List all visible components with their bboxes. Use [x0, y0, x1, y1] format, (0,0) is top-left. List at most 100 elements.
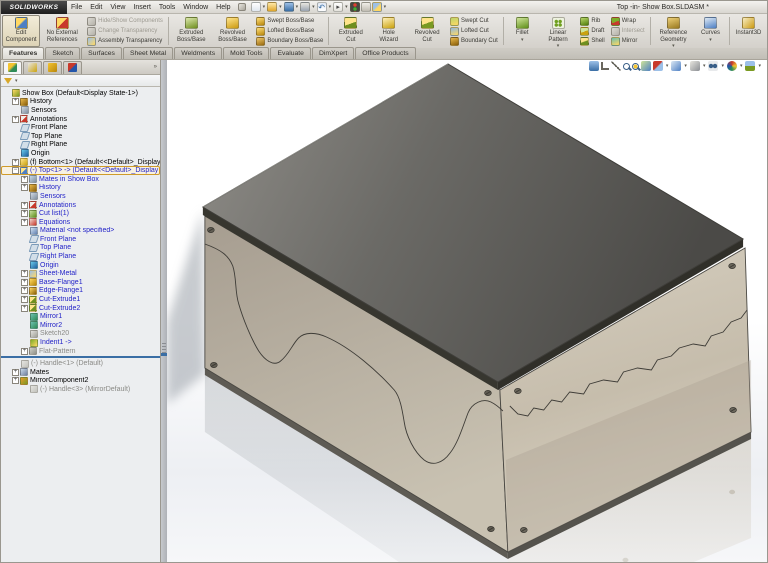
view-axes-icon[interactable] — [600, 62, 609, 70]
tree-item-flat-pattern[interactable]: + Flat-Pattern — [1, 347, 160, 356]
extruded-cut-button[interactable]: Extruded Cut — [331, 15, 370, 47]
tab-dimxpert[interactable]: DimXpert — [311, 47, 355, 59]
menu-file[interactable]: File — [67, 1, 86, 14]
qa-print-icon[interactable] — [300, 2, 311, 12]
dropdown-caret-icon[interactable]: ▾ — [329, 4, 332, 10]
tab-sheet-metal[interactable]: Sheet Metal — [122, 47, 174, 59]
expand-toggle-icon[interactable]: + — [21, 175, 28, 183]
qa-save-icon[interactable] — [283, 2, 294, 12]
pin-icon[interactable] — [237, 3, 246, 11]
tree-item-cut-extrude1[interactable]: + Cut-Extrude1 — [1, 295, 160, 304]
tree-item-handle-1-default[interactable]: (-) Handle<1> (Default) — [1, 359, 160, 368]
dropdown-caret-icon[interactable]: ▾ — [312, 4, 315, 10]
shell-button[interactable]: Shell — [578, 36, 606, 46]
panel-tab-property-manager[interactable] — [23, 60, 42, 74]
tree-item-sheet-metal[interactable]: + Sheet-Metal — [1, 269, 160, 278]
view-orientation-icon[interactable] — [671, 61, 682, 71]
qa-select-icon[interactable]: ▸ — [333, 2, 344, 12]
boundary-cut-button[interactable]: Boundary Cut — [448, 36, 500, 46]
rib-button[interactable]: Rib — [578, 16, 606, 26]
menu-edit[interactable]: Edit — [86, 1, 106, 14]
tree-item-material-not-specified[interactable]: Material <not specified> — [1, 226, 160, 236]
no-external-references-button[interactable]: No External References — [40, 15, 84, 47]
revolved-cut-button[interactable]: Revolved Cut — [407, 15, 447, 47]
zoom-to-area-icon[interactable] — [631, 62, 639, 70]
expand-toggle-icon[interactable]: + — [21, 184, 28, 192]
lofted-cut-button[interactable]: Lofted Cut — [448, 26, 500, 36]
dropdown-caret-icon[interactable]: ▾ — [557, 43, 560, 49]
qa-undo-icon[interactable]: ↶ — [316, 2, 327, 12]
tree-item-top-plane[interactable]: Top Plane — [1, 243, 160, 253]
lofted-boss-base-button[interactable]: Lofted Boss/Base — [254, 26, 325, 36]
boundary-boss-base-button[interactable]: Boundary Boss/Base — [254, 36, 325, 46]
tree-item-annotations[interactable]: + Annotations — [1, 201, 160, 210]
tree-item-sensors[interactable]: Sensors — [1, 192, 160, 201]
curves-button[interactable]: Curves ▾ — [694, 15, 727, 47]
dropdown-caret-icon[interactable]: ▾ — [521, 37, 524, 43]
tree-item-front-plane[interactable]: Front Plane — [1, 123, 160, 132]
filter-caret-icon[interactable]: ▾ — [15, 78, 18, 84]
dropdown-caret-icon[interactable]: ▾ — [740, 63, 743, 69]
draft-button[interactable]: Draft — [578, 26, 606, 36]
dropdown-caret-icon[interactable]: ▾ — [666, 63, 669, 69]
instant3d-button[interactable]: Instant3D — [732, 15, 765, 47]
tree-item-equations[interactable]: + Equations — [1, 218, 160, 227]
tree-item-sketch20[interactable]: Sketch20 — [1, 329, 160, 339]
expand-toggle-icon[interactable]: + — [21, 296, 28, 304]
expand-toggle-icon[interactable]: + — [21, 347, 28, 355]
tree-item-right-plane[interactable]: Right Plane — [1, 140, 160, 150]
filter-funnel-icon[interactable] — [4, 77, 12, 84]
expand-toggle-icon[interactable]: − — [12, 167, 19, 175]
tree-item-sensors[interactable]: Sensors — [1, 106, 160, 115]
expand-toggle-icon[interactable]: + — [21, 201, 28, 209]
zoom-to-fit-icon[interactable] — [622, 62, 630, 70]
tree-item-mirror1[interactable]: Mirror1 — [1, 312, 160, 321]
expand-toggle-icon[interactable]: + — [12, 98, 19, 106]
expand-toggle-icon[interactable]: + — [21, 278, 28, 286]
tree-item-mirror2[interactable]: Mirror2 — [1, 321, 160, 330]
tree-item-base-flange1[interactable]: + Base-Flange1 — [1, 278, 160, 287]
tab-sketch[interactable]: Sketch — [45, 47, 81, 59]
swept-boss-base-button[interactable]: Swept Boss/Base — [254, 16, 325, 26]
previous-view-icon[interactable] — [640, 61, 651, 71]
menu-view[interactable]: View — [106, 1, 129, 14]
apply-scene-icon[interactable] — [745, 61, 756, 71]
revolved-boss-base-button[interactable]: Revolved Boss/Base — [212, 15, 254, 47]
qa-options-icon[interactable] — [371, 2, 382, 12]
tree-item-history[interactable]: + History — [1, 183, 160, 193]
assembly-transparency-button[interactable]: Assembly Transparency — [85, 36, 165, 46]
dropdown-caret-icon[interactable]: ▾ — [279, 4, 282, 10]
linear-pattern-button[interactable]: Linear Pattern ▾ — [539, 15, 578, 49]
dropdown-caret-icon[interactable]: ▾ — [296, 4, 299, 10]
tree-item-right-plane[interactable]: Right Plane — [1, 252, 160, 261]
tree-item-history[interactable]: + History — [1, 97, 160, 107]
extruded-boss-base-button[interactable]: Extruded Boss/Base — [171, 15, 212, 47]
qa-rebuild-icon[interactable] — [349, 2, 360, 12]
menu-tools[interactable]: Tools — [155, 1, 179, 14]
dropdown-caret-icon[interactable]: ▾ — [703, 63, 706, 69]
panel-collapse-chevrons[interactable]: » — [154, 64, 157, 70]
dropdown-caret-icon[interactable]: ▾ — [672, 43, 675, 49]
tree-item-front-plane[interactable]: Front Plane — [1, 235, 160, 244]
tab-office-products[interactable]: Office Products — [355, 47, 416, 59]
expand-toggle-icon[interactable]: + — [12, 377, 19, 385]
qa-open-document-icon[interactable] — [267, 2, 278, 12]
tree-item-edge-flange1[interactable]: + Edge-Flange1 — [1, 286, 160, 296]
line-sketch-icon[interactable] — [610, 61, 621, 71]
dropdown-caret-icon[interactable]: ▾ — [721, 63, 724, 69]
edit-appearance-icon[interactable] — [726, 61, 737, 71]
expand-toggle-icon[interactable]: + — [12, 115, 19, 123]
graphics-viewport[interactable]: ▾ ▾ ▾ ▾ ▾ ▾ — [167, 60, 767, 562]
expand-toggle-icon[interactable]: + — [21, 218, 28, 226]
tree-item-indent1[interactable]: Indent1 -> — [1, 338, 160, 347]
dropdown-caret-icon[interactable]: ▾ — [758, 63, 761, 69]
expand-toggle-icon[interactable]: + — [21, 210, 28, 218]
tree-item-handle-3-mirrordef[interactable]: (-) Handle<3> (MirrorDefault) — [1, 385, 160, 394]
expand-toggle-icon[interactable]: + — [12, 368, 19, 376]
qa-new-document-icon[interactable] — [250, 2, 261, 12]
tree-item-origin[interactable]: Origin — [1, 261, 160, 270]
tree-item-mates-in-show-box[interactable]: + Mates in Show Box — [1, 175, 160, 184]
fillet-button[interactable]: Fillet ▾ — [506, 15, 539, 47]
tree-item-mates[interactable]: + Mates — [1, 368, 160, 377]
tree-item-f-bottom-1-default[interactable]: + (f) Bottom<1> (Default<<Default>_Displa… — [1, 158, 160, 167]
